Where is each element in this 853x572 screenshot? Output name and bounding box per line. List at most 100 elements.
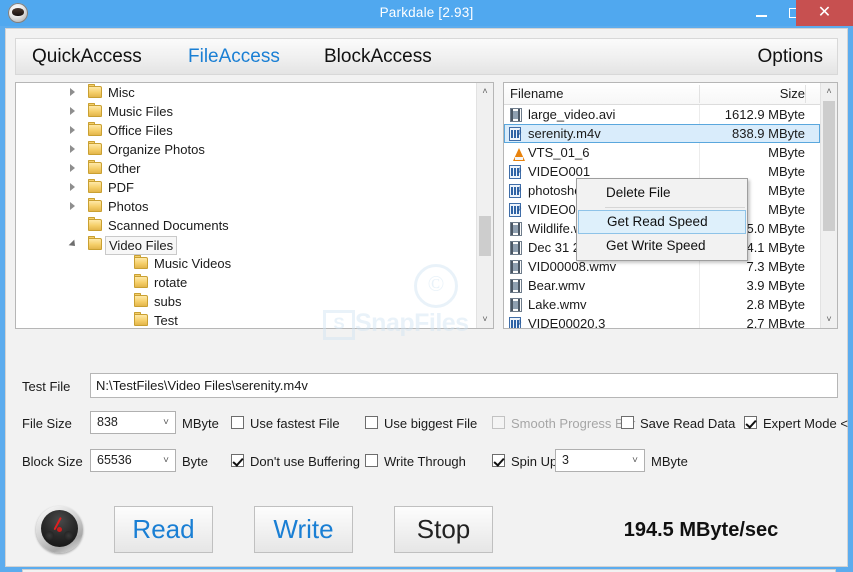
file-list-row[interactable]: ♪ serenity.m4v 838.9 MByte — [504, 124, 820, 143]
file-size: 2.7 MByte — [746, 316, 805, 328]
file-list-row[interactable]: large_video.avi 1612.9 MByte — [504, 105, 820, 124]
file-name: photosho — [528, 183, 582, 198]
checkbox-box — [621, 416, 634, 429]
checkbox-smooth-progress-bar: Smooth Progress Bar — [492, 416, 635, 431]
column-header-size[interactable]: Size — [699, 83, 805, 104]
film-file-icon — [509, 222, 523, 236]
tree-item[interactable]: Organize Photos — [16, 140, 477, 159]
tree-item[interactable]: Music Files — [16, 102, 477, 121]
file-size: 2.8 MByte — [746, 297, 805, 312]
file-list-scrollbar[interactable]: ˄ ˅ — [820, 83, 837, 328]
block-size-label: Block Size — [22, 454, 83, 469]
file-list-row[interactable]: Lake.wmv 2.8 MByte — [504, 295, 820, 314]
chevron-right-icon[interactable] — [70, 88, 75, 96]
chevron-down-icon: ˅ — [163, 455, 169, 466]
tab-options[interactable]: Options — [758, 39, 823, 74]
list-scroll-up-icon[interactable]: ˄ — [821, 83, 837, 100]
tree-scroll-up-icon[interactable]: ˄ — [477, 83, 493, 100]
folder-icon — [88, 236, 102, 250]
minimize-button[interactable] — [745, 0, 778, 26]
tree-item[interactable]: Office Files — [16, 121, 477, 140]
file-size-combo[interactable]: 838 ˅ — [90, 411, 176, 434]
test-file-input[interactable]: N:\TestFiles\Video Files\serenity.m4v — [90, 373, 838, 398]
checkbox-label: Expert Mode < — [763, 416, 848, 431]
tab-quickaccess[interactable]: QuickAccess — [32, 39, 142, 74]
column-header-filename[interactable]: Filename — [510, 83, 563, 104]
chevron-down-icon: ˅ — [163, 417, 169, 428]
block-size-unit: Byte — [182, 454, 209, 469]
spin-up-size-combo[interactable]: 3 ˅ — [555, 449, 645, 472]
tree-item[interactable]: Photos — [16, 197, 477, 216]
stop-button[interactable]: Stop — [394, 506, 493, 553]
menu-item-get-read-speed[interactable]: Get Read Speed — [578, 210, 746, 234]
folder-icon — [134, 255, 148, 269]
file-list-row[interactable]: ♪ VIDE00020.3 2.7 MByte — [504, 314, 820, 328]
tree-item-label: Music Videos — [154, 256, 232, 271]
file-name: Bear.wmv — [528, 278, 586, 293]
spin-up-size-value: 3 — [562, 453, 569, 467]
chevron-right-icon[interactable] — [70, 183, 75, 191]
write-button[interactable]: Write — [254, 506, 353, 553]
tree-item[interactable]: Test — [16, 311, 477, 328]
checkbox-use-biggest-file[interactable]: Use biggest File — [365, 416, 477, 431]
tree-item-label: Photos — [108, 199, 149, 214]
chevron-down-icon[interactable] — [68, 239, 82, 253]
file-size-value: 838 — [97, 415, 118, 429]
tree-item[interactable]: Music Videos — [16, 254, 477, 273]
close-icon: ✕ — [817, 4, 832, 21]
tree-item[interactable]: Scanned Documents — [16, 216, 477, 235]
tree-scroll-down-icon[interactable]: ˅ — [477, 311, 493, 328]
context-menu[interactable]: Delete File Get Read Speed Get Write Spe… — [576, 178, 748, 261]
list-scroll-down-icon[interactable]: ˅ — [821, 311, 837, 328]
file-list-row[interactable]: Bear.wmv 3.9 MByte — [504, 276, 820, 295]
tree-item[interactable]: Misc — [16, 83, 477, 102]
tab-blockaccess[interactable]: BlockAccess — [324, 39, 432, 74]
tree-item[interactable]: subs — [16, 292, 477, 311]
folder-icon — [134, 312, 148, 326]
checkbox-write-through[interactable]: Write Through — [365, 454, 466, 469]
menu-item-get-write-speed[interactable]: Get Write Speed — [577, 234, 747, 258]
tree-item-label: Other — [108, 161, 141, 176]
app-window: Parkdale [2.93] ✕ QuickAccess FileAccess… — [0, 0, 853, 572]
close-button[interactable]: ✕ — [796, 0, 853, 26]
checkbox-dont-use-buffering[interactable]: Don't use Buffering — [231, 454, 360, 469]
tree-item[interactable]: Other — [16, 159, 477, 178]
file-list-row[interactable]: VTS_01_6 MByte — [504, 143, 820, 162]
file-size: MByte — [768, 145, 805, 160]
tree-scroll-thumb[interactable] — [479, 216, 491, 256]
tree-item[interactable]: PDF — [16, 178, 477, 197]
media-file-icon: ♪ — [509, 127, 523, 141]
film-file-icon — [509, 279, 523, 293]
folder-tree[interactable]: Misc Music Files Office Files Organize Phot… — [16, 83, 477, 328]
tree-scrollbar[interactable]: ˄ ˅ — [476, 83, 493, 328]
chevron-right-icon[interactable] — [70, 164, 75, 172]
checkbox-box — [744, 416, 757, 429]
chevron-right-icon[interactable] — [70, 202, 75, 210]
checkbox-save-read-data[interactable]: Save Read Data — [621, 416, 735, 431]
file-name: Lake.wmv — [528, 297, 587, 312]
checkbox-box — [492, 454, 505, 467]
block-size-combo[interactable]: 65536 ˅ — [90, 449, 176, 472]
file-name: large_video.avi — [528, 107, 616, 122]
checkbox-label: Spin Up — [511, 454, 558, 469]
tree-item-label: Scanned Documents — [108, 218, 229, 233]
checkbox-use-fastest-file[interactable]: Use fastest File — [231, 416, 340, 431]
media-file-icon: ♪ — [509, 184, 523, 198]
read-button[interactable]: Read — [114, 506, 213, 553]
checkbox-label: Use fastest File — [250, 416, 340, 431]
tree-item-label: Music Files — [108, 104, 174, 119]
checkbox-expert-mode[interactable]: Expert Mode < — [744, 416, 848, 431]
list-scroll-thumb[interactable] — [823, 101, 835, 231]
chevron-right-icon[interactable] — [70, 107, 75, 115]
tree-item[interactable]: rotate — [16, 273, 477, 292]
menu-item-delete-file[interactable]: Delete File — [577, 181, 747, 205]
checkbox-spin-up[interactable]: Spin Up — [492, 454, 557, 469]
tree-item-label: Office Files — [108, 123, 173, 138]
checkbox-box — [231, 416, 244, 429]
chevron-right-icon[interactable] — [70, 126, 75, 134]
file-name: VIDE00020.3 — [528, 316, 606, 328]
tab-fileaccess[interactable]: FileAccess — [188, 39, 280, 74]
tree-item[interactable]: Video Files — [16, 235, 477, 255]
file-size-unit: MByte — [182, 416, 219, 431]
chevron-right-icon[interactable] — [70, 145, 75, 153]
